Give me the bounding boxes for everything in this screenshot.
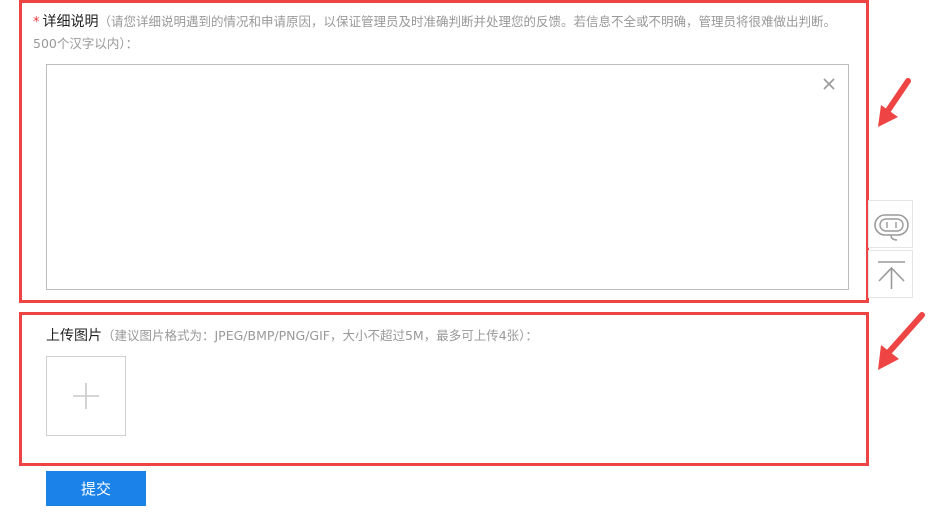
upload-label-text: 上传图片 bbox=[46, 328, 102, 344]
floating-toolbar bbox=[868, 200, 913, 300]
upload-hint: （建议图片格式为：JPEG/BMP/PNG/GIF，大小不超过5M，最多可上传4… bbox=[102, 328, 538, 343]
close-icon[interactable] bbox=[822, 76, 836, 90]
arrow-annotation-icon bbox=[878, 312, 925, 370]
upload-add-button[interactable] bbox=[46, 356, 126, 436]
required-mark: * bbox=[33, 15, 40, 30]
arrow-annotation-icon bbox=[878, 78, 911, 127]
submit-button[interactable]: 提交 bbox=[46, 471, 146, 506]
detail-field-label: * 详细说明（请您详细说明遇到的情况和申请原因，以保证管理员及时准确判断并处理您的… bbox=[33, 11, 845, 55]
back-to-top-icon bbox=[878, 261, 905, 289]
detail-textarea[interactable] bbox=[46, 64, 849, 290]
detail-hint: （请您详细说明遇到的情况和申请原因，以保证管理员及时准确判断并处理您的反馈。若信… bbox=[33, 14, 837, 51]
plus-icon bbox=[73, 383, 99, 409]
customer-service-icon bbox=[874, 214, 909, 241]
detail-label-text: 详细说明 bbox=[42, 14, 99, 30]
upload-field-label: 上传图片（建议图片格式为：JPEG/BMP/PNG/GIF，大小不超过5M，最多… bbox=[46, 325, 846, 347]
customer-service-button[interactable] bbox=[868, 200, 913, 248]
back-to-top-button[interactable] bbox=[868, 250, 913, 298]
